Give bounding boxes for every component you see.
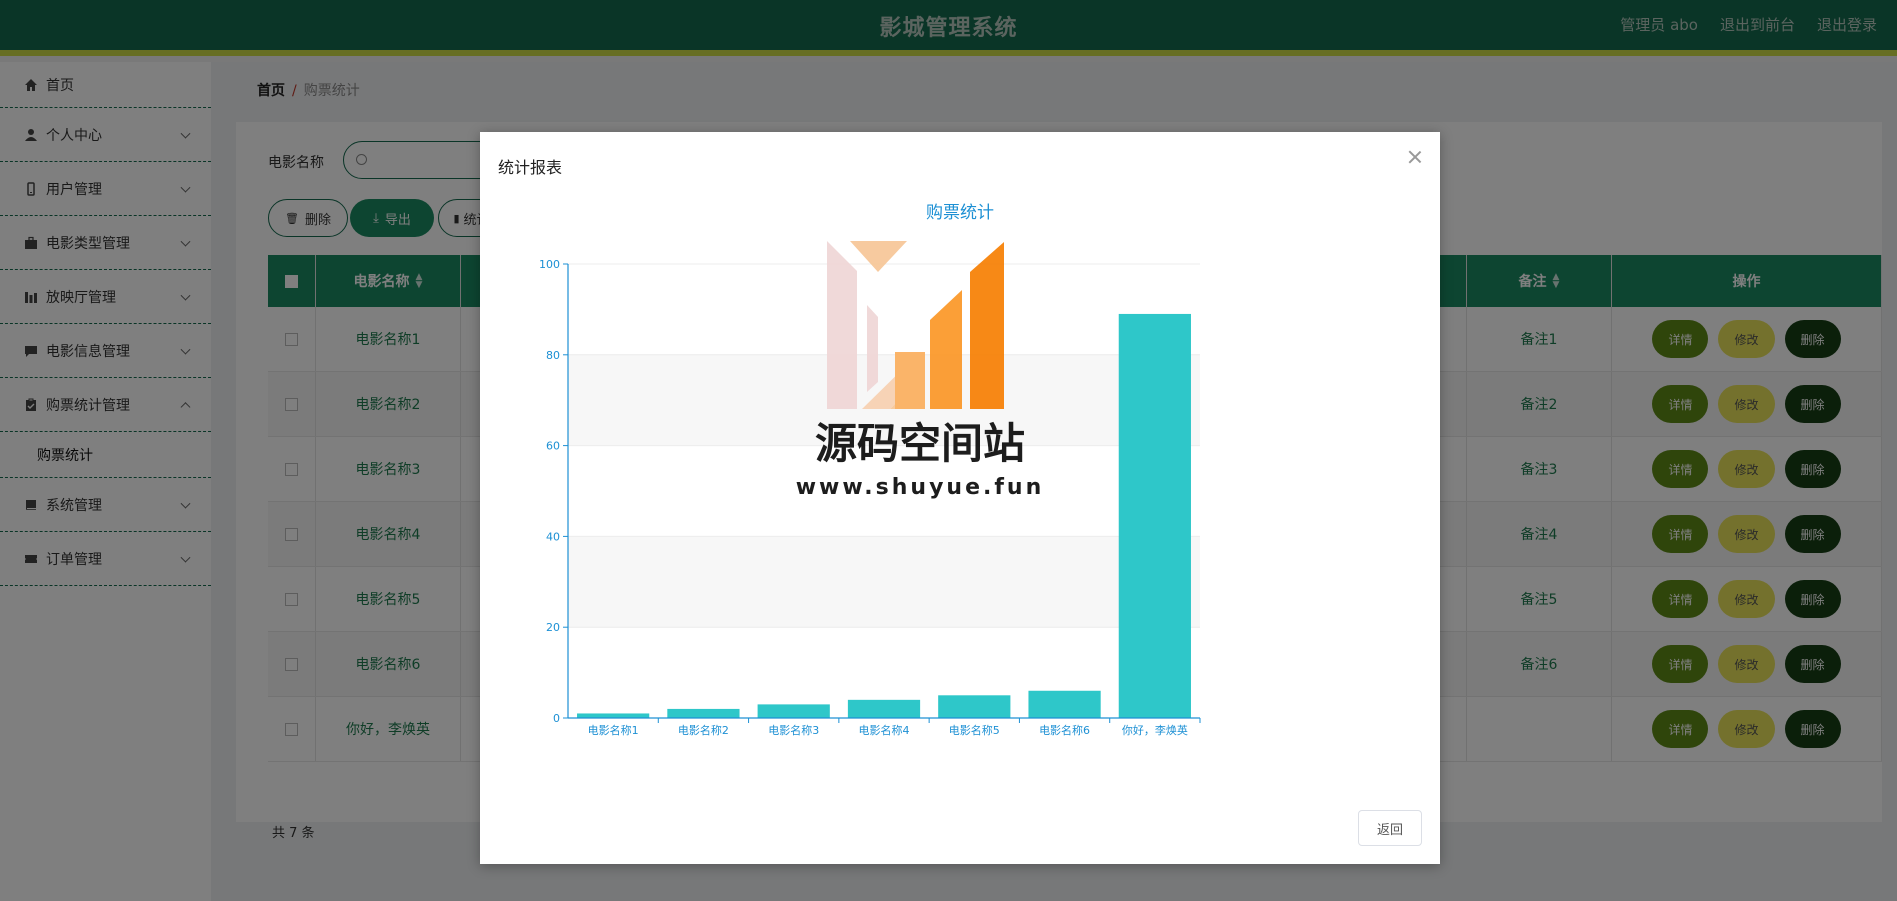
watermark-title: 源码空间站 [815,419,1025,468]
x-tick-label: 电影名称5 [949,723,1000,737]
y-tick-label: 60 [546,440,560,453]
x-tick-label: 电影名称6 [1039,723,1090,737]
bar [938,695,1011,718]
bar [757,704,830,718]
watermark-url: www.shuyue.fun [796,475,1045,500]
chart-title: 购票统计 [926,203,994,223]
ticket-stats-chart: 购票统计 0 20 40 60 80 100 电影名称1 电影名称2 电影名称3 电影名称4 电影名… [539,203,1201,737]
bar [577,713,650,718]
x-tick-label: 电影名称3 [768,723,819,737]
back-button[interactable]: 返回 [1358,810,1422,846]
y-tick-label: 20 [546,621,560,634]
x-tick-label: 你好，李焕英 [1122,723,1188,737]
x-tick-label: 电影名称1 [588,723,639,737]
y-tick-label: 0 [553,712,560,725]
grid-band [568,536,1200,628]
close-icon[interactable] [1408,150,1422,164]
bar [1028,690,1101,718]
bar [667,708,740,718]
y-tick-label: 100 [539,258,560,271]
bar [1118,313,1191,718]
x-tick-label: 电影名称4 [859,723,910,737]
y-tick-label: 80 [546,349,560,362]
dialog-title: 统计报表 [498,158,563,177]
y-tick-label: 40 [546,530,560,543]
stats-report-dialog: 统计报表 购票统计 0 20 40 60 80 100 电影名称1 电影名称2 电影名称3 电影名… [480,132,1440,864]
x-tick-label: 电影名称2 [678,723,729,737]
bar [847,699,921,718]
